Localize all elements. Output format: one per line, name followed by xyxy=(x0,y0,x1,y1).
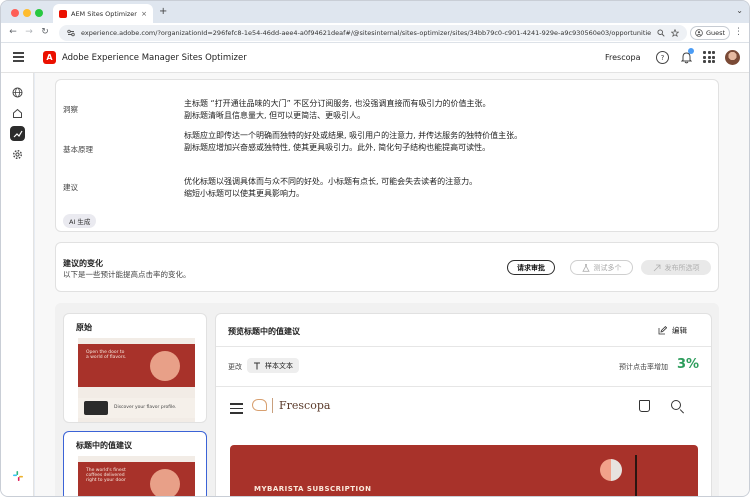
org-switcher[interactable]: Frescopa xyxy=(605,53,641,62)
bookmark-star-icon[interactable] xyxy=(671,29,679,37)
address-bar[interactable]: experience.adobe.com/?organizationId=296… xyxy=(59,25,687,41)
maximize-window-button[interactable] xyxy=(35,9,43,17)
test-multiple-button[interactable]: 测试多个 xyxy=(570,260,633,275)
shopping-bag-icon xyxy=(639,400,650,412)
ctr-label: 预计点击率增加 xyxy=(619,363,668,371)
hamburger-menu-icon[interactable] xyxy=(13,52,24,62)
slack-icon[interactable] xyxy=(12,470,24,482)
variant-original[interactable]: 原始 Open the door to a world of flavors. … xyxy=(63,313,207,423)
variant-suggestion-title: 标题中的值建议 xyxy=(76,441,132,450)
adobe-logo-icon: A xyxy=(43,51,56,64)
recommendation-text: 优化标题以强调具体而与众不同的好处。小标题有点长, 可能会失去读者的注意力。 缩… xyxy=(184,177,478,198)
guest-profile-button[interactable]: Guest xyxy=(690,26,730,40)
edit-button[interactable]: 编辑 xyxy=(658,325,687,336)
site-search-icon xyxy=(671,400,681,410)
variant-original-title: 原始 xyxy=(76,323,92,332)
insight-label: 洞察 xyxy=(63,105,78,114)
new-tab-icon[interactable]: + xyxy=(159,6,167,17)
thumb-photo xyxy=(84,401,108,415)
opportunities-icon[interactable] xyxy=(10,126,25,141)
frescopa-logo-icon xyxy=(252,399,267,411)
site-info-icon[interactable] xyxy=(67,29,75,37)
globe-icon[interactable] xyxy=(10,85,25,100)
person-icon xyxy=(695,29,703,37)
tab-close-icon[interactable]: × xyxy=(141,10,147,18)
help-icon[interactable]: ? xyxy=(656,51,669,64)
browser-toolbar: ← → ↻ experience.adobe.com/?organization… xyxy=(1,23,749,43)
hero-graphic xyxy=(600,459,622,481)
minimize-window-button[interactable] xyxy=(23,9,31,17)
preview-header: 预览标题中的值建议 编辑 xyxy=(216,314,711,347)
adobe-favicon-icon xyxy=(59,9,67,18)
tab-strip: AEM Sites Optimizer | Adobe × + ⌄ xyxy=(1,1,749,23)
ai-generated-badge: AI 生成 xyxy=(63,214,97,228)
original-thumb-sub: Discover your flavor profile. xyxy=(114,405,177,410)
browser-tab-active[interactable]: AEM Sites Optimizer | Adobe × xyxy=(53,4,153,23)
reload-icon[interactable]: ↻ xyxy=(39,27,51,37)
changes-title: 建议的变化 xyxy=(63,259,103,268)
publish-selected-button[interactable]: 发布所选项 xyxy=(641,260,711,275)
product-name: Adobe Experience Manager Sites Optimizer xyxy=(62,53,247,63)
preview-card: 预览标题中的值建议 编辑 更改 样本文本 预计点击率增加 3% Frescopa… xyxy=(215,313,712,496)
left-nav-rail xyxy=(1,73,34,496)
site-menu-icon xyxy=(230,403,243,417)
tab-list-chevron-icon[interactable]: ⌄ xyxy=(736,6,743,15)
original-thumbnail: Open the door to a world of flavors. Dis… xyxy=(78,338,195,422)
changes-subtitle: 以下是一些预计能提高点击率的变化。 xyxy=(63,270,191,279)
back-arrow-icon[interactable]: ← xyxy=(7,27,19,37)
text-type-icon xyxy=(254,362,260,369)
site-brand: Frescopa xyxy=(279,399,331,412)
tab-title: AEM Sites Optimizer | Adobe xyxy=(71,9,137,18)
suggestion-thumbnail: The world's finest coffees delivered rig… xyxy=(78,456,195,496)
flask-icon xyxy=(581,263,590,272)
variant-value-in-heading[interactable]: 标题中的值建议 The world's finest coffees deliv… xyxy=(63,431,207,496)
publish-icon xyxy=(653,264,660,271)
sample-text-chip[interactable]: 样本文本 xyxy=(247,358,299,373)
browser-menu-icon[interactable]: ⋮ xyxy=(734,27,743,37)
site-preview: Frescopa MYBARISTA SUBSCRIPTION xyxy=(216,387,711,496)
original-thumb-heading: Open the door to a world of flavors. xyxy=(86,350,127,360)
main-content: 洞察 主标题 “打开通往品味的大门” 不区分订阅服务, 也没强调直接而有吸引力的… xyxy=(35,73,749,496)
forward-arrow-icon[interactable]: → xyxy=(23,27,35,37)
url-text: experience.adobe.com/?organizationId=296… xyxy=(81,29,651,37)
settings-gear-icon[interactable] xyxy=(10,147,25,162)
insight-card: 洞察 主标题 “打开通往品味的大门” 不区分订阅服务, 也没强调直接而有吸引力的… xyxy=(55,79,719,232)
user-avatar[interactable] xyxy=(725,50,740,65)
ctr-value: 3% xyxy=(677,357,700,372)
home-icon[interactable] xyxy=(10,106,25,121)
rationale-label: 基本原理 xyxy=(63,145,93,154)
request-review-button[interactable]: 请求审批 xyxy=(507,260,555,275)
recommendation-label: 建议 xyxy=(63,183,78,192)
notification-badge xyxy=(688,48,694,54)
guest-label: Guest xyxy=(705,29,726,37)
browser-window: AEM Sites Optimizer | Adobe × + ⌄ ← → ↻ … xyxy=(0,0,750,497)
app-header: A Adobe Experience Manager Sites Optimiz… xyxy=(1,43,749,73)
suggestion-thumb-heading: The world's finest coffees delivered rig… xyxy=(86,468,126,483)
insight-text: 主标题 “打开通往品味的大门” 不区分订阅服务, 也没强调直接而有吸引力的价值主… xyxy=(184,99,491,120)
preview-title: 预览标题中的值建议 xyxy=(228,327,300,336)
hero-label: MYBARISTA SUBSCRIPTION xyxy=(254,485,372,493)
zoom-icon[interactable] xyxy=(657,29,665,37)
site-hero-banner: MYBARISTA SUBSCRIPTION xyxy=(230,445,698,496)
edit-pencil-icon xyxy=(658,326,667,335)
preview-subheader: 更改 样本文本 预计点击率增加 3% xyxy=(216,347,711,387)
rationale-text: 标题应立即传达一个明确而独特的好处或结果, 吸引用户的注意力, 并传达服务的独特… xyxy=(184,131,523,152)
app-switcher-icon[interactable] xyxy=(703,51,715,63)
suggested-changes-card: 建议的变化 以下是一些预计能提高点击率的变化。 请求审批 测试多个 发布所选项 xyxy=(55,242,719,292)
change-label: 更改 xyxy=(228,363,242,371)
close-window-button[interactable] xyxy=(11,9,19,17)
